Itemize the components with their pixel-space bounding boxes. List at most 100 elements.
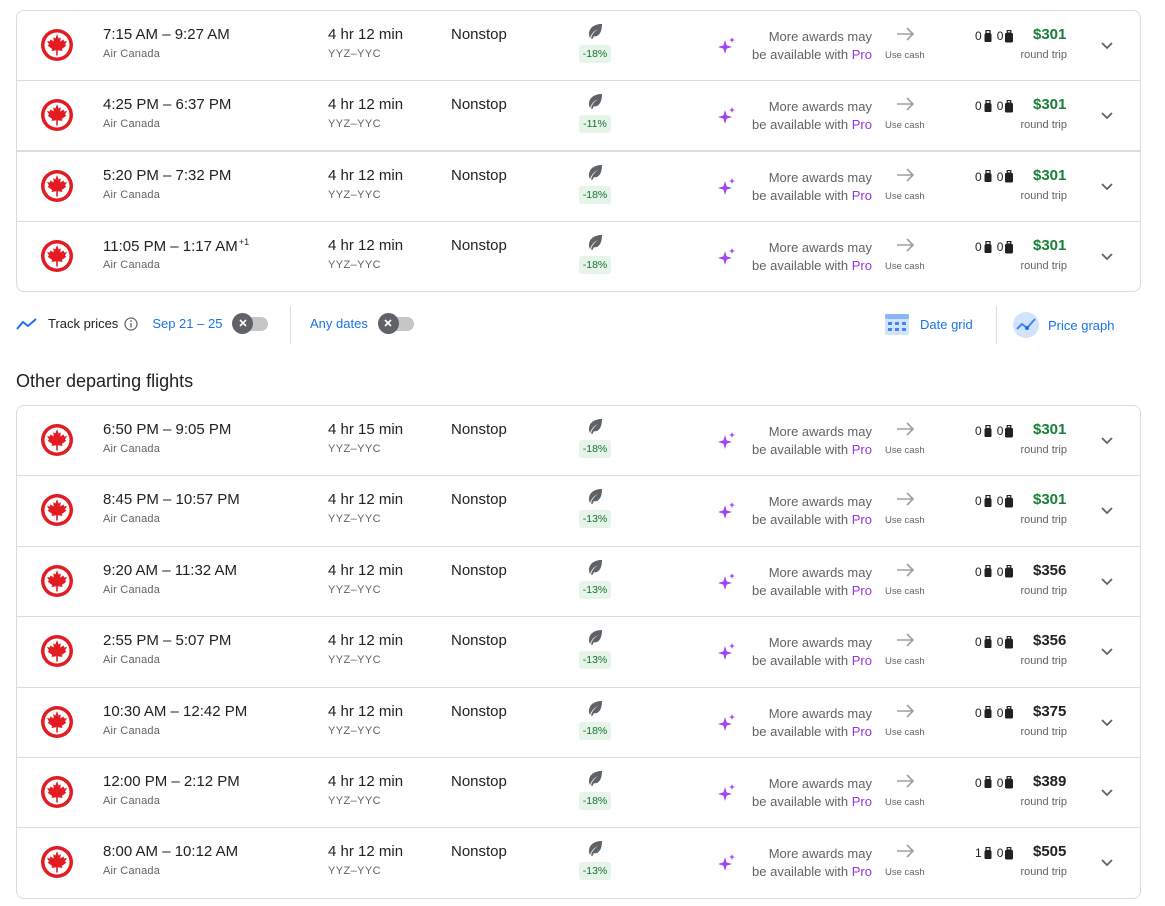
flight-route: YYZ–YYC bbox=[328, 724, 381, 737]
use-cash-label[interactable]: Use cash bbox=[885, 50, 925, 61]
flight-row[interactable]: 8:00 AM – 10:12 AM Air Canada 4 hr 12 mi… bbox=[17, 828, 1140, 898]
air-canada-logo bbox=[41, 99, 73, 132]
pro-link[interactable]: Pro bbox=[852, 864, 872, 879]
pro-link[interactable]: Pro bbox=[852, 442, 872, 457]
carry-on-count: 0 bbox=[975, 169, 982, 184]
chevron-down-icon[interactable] bbox=[1098, 853, 1116, 871]
pro-link[interactable]: Pro bbox=[852, 188, 872, 203]
track-prices[interactable]: Track prices Sep 21 – 25 bbox=[16, 312, 269, 334]
price-type: round trip bbox=[1020, 514, 1067, 527]
arrow-right-icon[interactable] bbox=[896, 703, 916, 719]
chevron-down-icon[interactable] bbox=[1098, 642, 1116, 660]
award-line-1: More awards may bbox=[768, 775, 872, 791]
info-icon[interactable] bbox=[124, 316, 138, 331]
flight-row[interactable]: 10:30 AM – 12:42 PM Air Canada 4 hr 12 m… bbox=[17, 688, 1140, 758]
chevron-down-icon[interactable] bbox=[1098, 431, 1116, 449]
award-line-2-text: be available with bbox=[752, 723, 849, 739]
carry-on-bag-icon bbox=[984, 776, 992, 789]
chevron-down-icon[interactable] bbox=[1098, 177, 1116, 195]
arrow-right-icon[interactable] bbox=[896, 632, 916, 648]
emissions-badge: -18% bbox=[579, 791, 611, 810]
flight-row[interactable]: 11:05 PM – 1:17 AM+1 Air Canada 4 hr 12 … bbox=[17, 222, 1140, 291]
flight-times-text: 8:00 AM – 10:12 AM bbox=[103, 843, 239, 861]
flight-row[interactable]: 6:50 PM – 9:05 PM Air Canada 4 hr 15 min… bbox=[17, 406, 1140, 477]
use-cash-label[interactable]: Use cash bbox=[885, 727, 925, 738]
price-type: round trip bbox=[1020, 260, 1067, 273]
chevron-down-icon[interactable] bbox=[1098, 106, 1116, 124]
baggage-info: 0 0 bbox=[975, 565, 1014, 579]
flight-row[interactable]: 8:45 PM – 10:57 PM Air Canada 4 hr 12 mi… bbox=[17, 476, 1140, 547]
flight-row[interactable]: 7:15 AM – 9:27 AM Air Canada 4 hr 12 min… bbox=[17, 11, 1140, 82]
arrow-right-icon[interactable] bbox=[896, 237, 916, 253]
flight-stops: Nonstop bbox=[451, 237, 507, 255]
pro-link[interactable]: Pro bbox=[852, 583, 872, 598]
carry-on-bag-icon bbox=[984, 29, 992, 42]
chevron-down-icon[interactable] bbox=[1098, 247, 1116, 265]
chevron-down-icon[interactable] bbox=[1098, 501, 1116, 519]
flight-stops: Nonstop bbox=[451, 491, 507, 509]
price-tools-bar: Track prices Sep 21 – 25 Any dates Date … bbox=[16, 306, 1141, 344]
arrow-right-icon[interactable] bbox=[896, 167, 916, 183]
pro-link[interactable]: Pro bbox=[852, 794, 872, 809]
arrow-right-icon[interactable] bbox=[896, 773, 916, 789]
pro-link[interactable]: Pro bbox=[852, 258, 872, 273]
flight-row[interactable]: 9:20 AM – 11:32 AM Air Canada 4 hr 12 mi… bbox=[17, 547, 1140, 618]
date-grid-button[interactable]: Date grid bbox=[884, 311, 973, 337]
flight-row[interactable]: 2:55 PM – 5:07 PM Air Canada 4 hr 12 min… bbox=[17, 617, 1140, 688]
use-cash-label[interactable]: Use cash bbox=[885, 867, 925, 878]
award-line-2: be available with Pro bbox=[752, 188, 872, 203]
use-cash-label[interactable]: Use cash bbox=[885, 797, 925, 808]
chevron-down-icon[interactable] bbox=[1098, 572, 1116, 590]
any-dates-toggle[interactable] bbox=[377, 312, 414, 334]
checked-bag-count: 0 bbox=[996, 29, 1004, 43]
flight-duration: 4 hr 12 min bbox=[328, 237, 404, 255]
flight-times: 9:20 AM – 11:32 AM bbox=[103, 562, 237, 579]
award-line-1: More awards may bbox=[768, 564, 872, 580]
checked-bag-count: 0 bbox=[996, 240, 1004, 255]
use-cash-label[interactable]: Use cash bbox=[885, 586, 925, 597]
arrow-right-icon[interactable] bbox=[896, 421, 916, 437]
award-line-1: More awards may bbox=[768, 169, 872, 185]
arrow-right-icon[interactable] bbox=[896, 491, 916, 507]
pro-link[interactable]: Pro bbox=[852, 512, 872, 527]
chevron-down-icon[interactable] bbox=[1098, 783, 1116, 801]
checked-bag-icon bbox=[1005, 565, 1014, 578]
chevron-down-icon[interactable] bbox=[1098, 36, 1116, 54]
airline-name: Air Canada bbox=[103, 654, 161, 667]
track-dates-toggle[interactable] bbox=[232, 312, 269, 334]
flight-duration: 4 hr 12 min bbox=[328, 26, 404, 43]
use-cash-label[interactable]: Use cash bbox=[885, 445, 925, 456]
baggage-info: 0 0 bbox=[975, 635, 1014, 649]
arrow-right-icon[interactable] bbox=[896, 843, 916, 859]
any-dates[interactable]: Any dates bbox=[310, 312, 414, 334]
baggage-info: 1 0 bbox=[975, 846, 1014, 860]
use-cash-label[interactable]: Use cash bbox=[885, 191, 925, 202]
award-line-1: More awards may bbox=[768, 635, 872, 651]
use-cash-label[interactable]: Use cash bbox=[885, 261, 925, 272]
sparkle-icon bbox=[718, 248, 735, 266]
arrow-right-icon[interactable] bbox=[896, 26, 916, 42]
price: $301 bbox=[1033, 166, 1067, 184]
use-cash-label[interactable]: Use cash bbox=[885, 515, 925, 526]
flight-row[interactable]: 4:25 PM – 6:37 PM Air Canada 4 hr 12 min… bbox=[17, 81, 1140, 152]
award-line-2: be available with Pro bbox=[752, 47, 872, 62]
checked-bag-icon bbox=[1005, 170, 1014, 183]
use-cash-label[interactable]: Use cash bbox=[885, 120, 925, 131]
arrow-right-icon[interactable] bbox=[896, 562, 916, 578]
flight-stops: Nonstop bbox=[451, 561, 507, 579]
pro-link[interactable]: Pro bbox=[852, 724, 872, 739]
pro-link[interactable]: Pro bbox=[852, 653, 872, 668]
award-line-2-text: be available with bbox=[752, 47, 849, 62]
flight-row[interactable]: 12:00 PM – 2:12 PM Air Canada 4 hr 12 mi… bbox=[17, 758, 1140, 829]
chevron-down-icon[interactable] bbox=[1098, 713, 1116, 731]
flight-times-text: 9:20 AM – 11:32 AM bbox=[103, 561, 237, 579]
use-cash-label[interactable]: Use cash bbox=[885, 656, 925, 667]
carry-on-count: 0 bbox=[975, 494, 982, 509]
award-line-1: More awards may bbox=[768, 424, 872, 439]
flight-row[interactable]: 5:20 PM – 7:32 PM Air Canada 4 hr 12 min… bbox=[17, 152, 1140, 223]
price-graph-button[interactable]: Price graph bbox=[1012, 311, 1114, 339]
arrow-right-icon[interactable] bbox=[896, 96, 916, 112]
pro-link[interactable]: Pro bbox=[852, 117, 872, 132]
pro-link[interactable]: Pro bbox=[852, 47, 872, 62]
checked-bag-icon bbox=[1005, 776, 1014, 789]
